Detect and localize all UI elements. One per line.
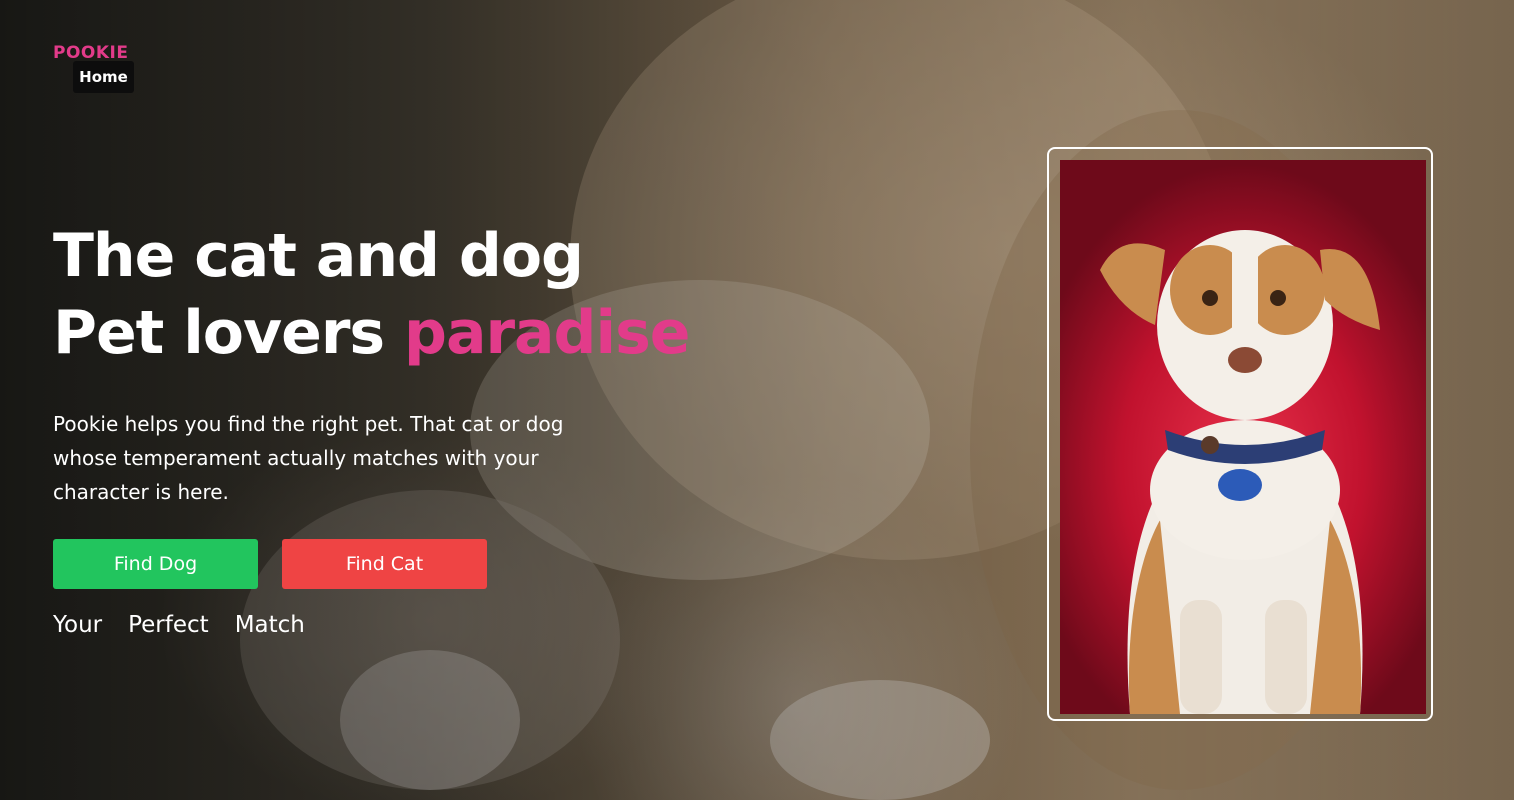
dog-illustration <box>1100 230 1380 714</box>
tagline-word: Your <box>53 612 103 638</box>
nav-home-link[interactable]: Home <box>73 61 134 93</box>
featured-dog-photo <box>1060 160 1426 714</box>
tagline: Your Perfect Match <box>53 612 305 638</box>
tagline-word: Match <box>234 612 305 638</box>
brand-logo[interactable]: POOKIE <box>53 43 128 63</box>
featured-dog-photo-frame <box>1047 147 1433 721</box>
headline-accent-word: paradise <box>404 298 690 368</box>
hero-headline: The cat and dog Pet lovers paradise <box>53 218 690 372</box>
find-dog-button[interactable]: Find Dog <box>53 539 258 589</box>
headline-line-1: The cat and dog <box>53 221 584 291</box>
hero-description: Pookie helps you find the right pet. Tha… <box>53 412 564 504</box>
tagline-word: Perfect <box>128 612 209 638</box>
find-cat-button[interactable]: Find Cat <box>282 539 487 589</box>
headline-line-2: Pet lovers <box>53 298 385 368</box>
